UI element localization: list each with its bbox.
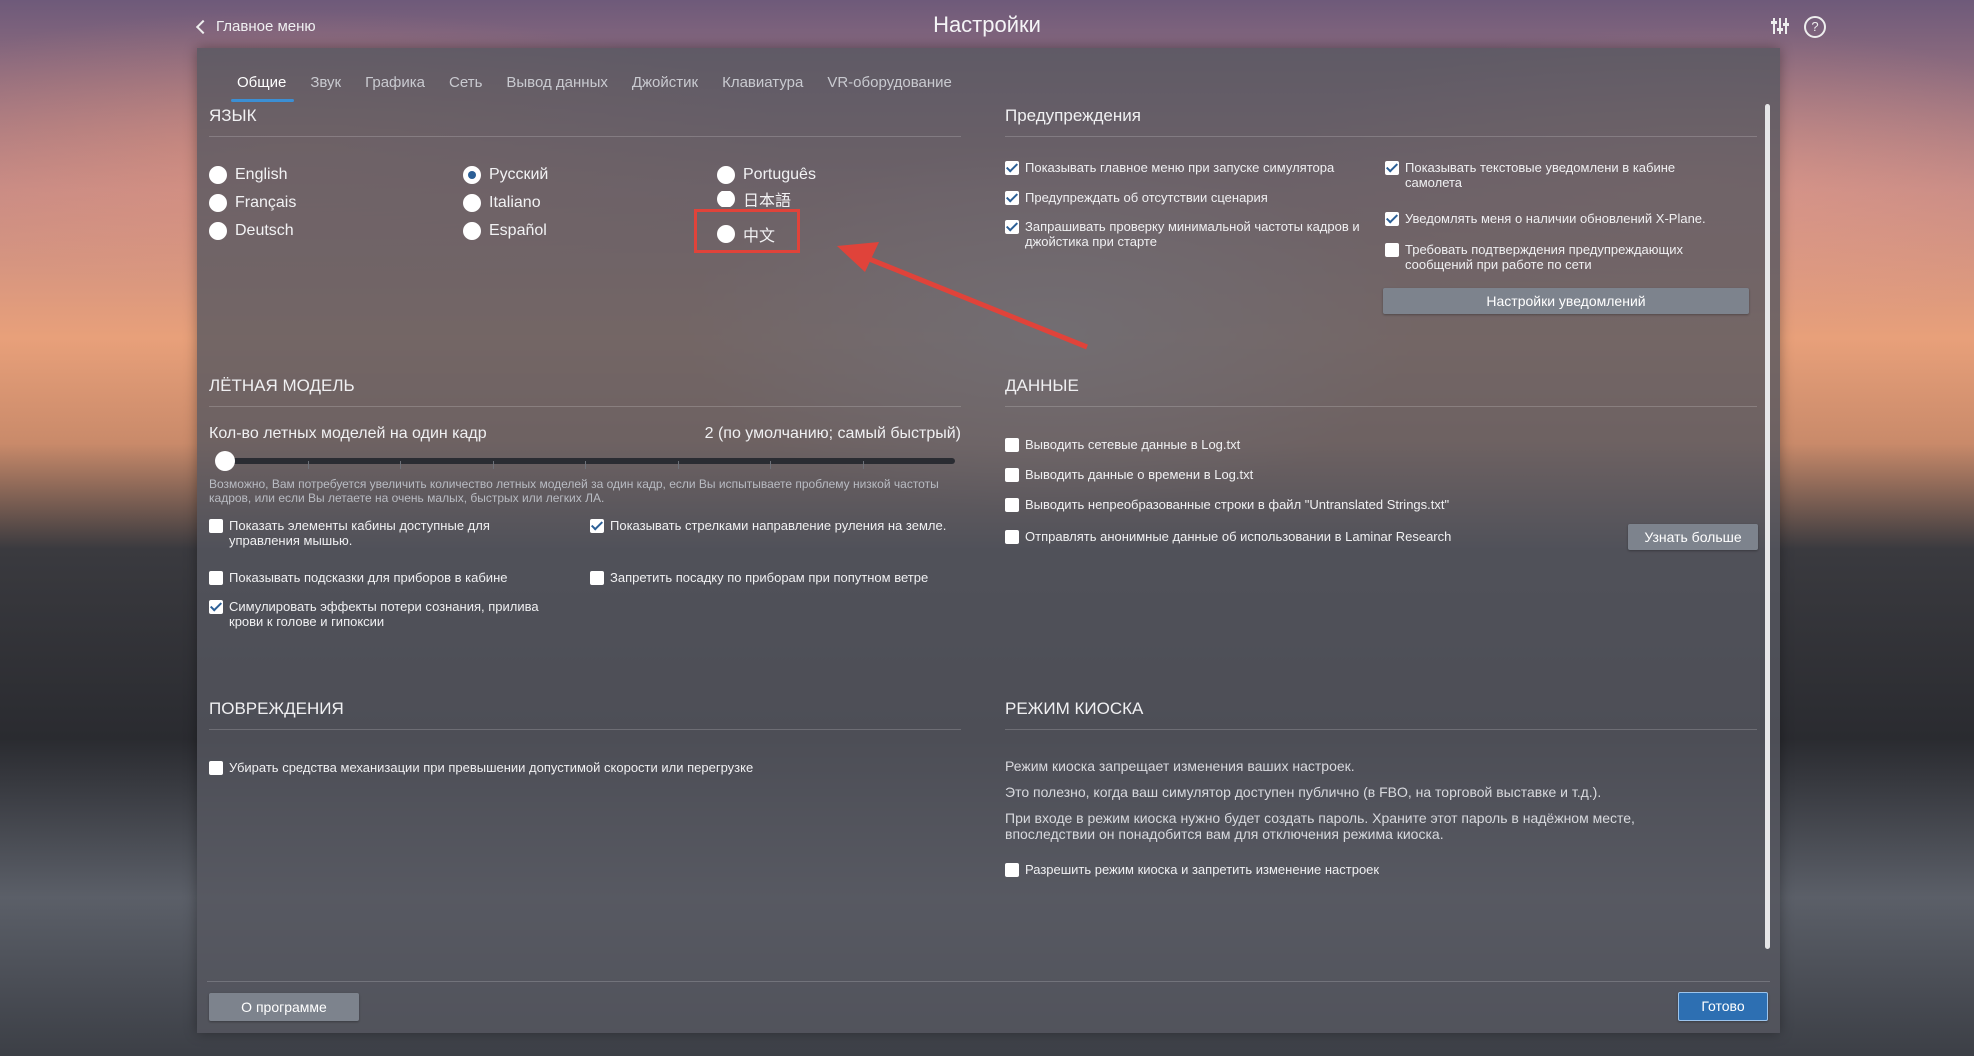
fm-show-clickable-checkbox[interactable]: Показать элементы кабины доступные для у… [209, 518, 539, 548]
data-heading: ДАННЫЕ [1005, 376, 1079, 395]
slider-tick [677, 461, 679, 469]
fm-g-effects-checkbox[interactable]: Симулировать эффекты потери сознания, пр… [209, 599, 559, 629]
help-icon[interactable]: ? [1804, 16, 1826, 38]
fm-taxi-arrows-checkbox[interactable]: Показывать стрелками направление руления… [590, 518, 950, 533]
data-timing-log-checkbox[interactable]: Выводить данные о времени в Log.txt [1005, 467, 1505, 482]
divider [209, 406, 961, 407]
about-button[interactable]: О программе [209, 993, 359, 1021]
warn-no-scenario-checkbox[interactable]: Предупреждать об отсутствии сценария [1005, 190, 1385, 205]
slider-value: 2 (по умолчанию; самый быстрый) [704, 425, 961, 442]
damage-retract-checkbox[interactable]: Убирать средства механизации при превыше… [209, 760, 949, 775]
settings-panel: Общие Звук Графика Сеть Вывод данных Джо… [197, 48, 1780, 1033]
top-bar: Главное меню Настройки ? [0, 0, 1974, 48]
damage-heading: ПОВРЕЖДЕНИЯ [209, 699, 344, 718]
sliders-icon[interactable] [1770, 16, 1790, 36]
slider-tick [400, 461, 401, 469]
warn-show-menu-checkbox[interactable]: Показывать главное меню при запуске симу… [1005, 160, 1385, 175]
kiosk-heading: РЕЖИМ КИОСКА [1005, 699, 1144, 718]
warn-cockpit-text-checkbox[interactable]: Показывать текстовые уведомлени в кабине… [1385, 160, 1735, 190]
data-untranslated-checkbox[interactable]: Выводить непреобразованные строки в файл… [1005, 497, 1505, 512]
page-title: Настройки [933, 12, 1041, 37]
kiosk-text-3: При входе в режим киоска нужно будет соз… [1005, 810, 1635, 842]
divider [1005, 729, 1757, 730]
divider [209, 729, 961, 730]
fm-instrument-tooltips-checkbox[interactable]: Показывать подсказки для приборов в каби… [209, 570, 579, 585]
divider [1005, 136, 1757, 137]
warn-fps-check-checkbox[interactable]: Запрашивать проверку минимальной частоты… [1005, 219, 1385, 249]
footer-divider [207, 981, 1770, 982]
slider-tick [862, 461, 864, 469]
flight-model-slider-knob[interactable] [215, 451, 235, 471]
flight-model-note: Возможно, Вам потребуется увеличить коли… [209, 477, 939, 505]
fm-tailwind-ils-checkbox[interactable]: Запретить посадку по приборам при попутн… [590, 570, 960, 585]
warn-updates-checkbox[interactable]: Уведомлять меня о наличии обновлений X-P… [1385, 211, 1735, 226]
notification-settings-button[interactable]: Настройки уведомлений [1383, 288, 1749, 314]
scrollbar[interactable] [1765, 104, 1770, 949]
slider-tick [492, 461, 494, 469]
slider-tick [770, 461, 771, 469]
warnings-heading: Предупреждения [1005, 106, 1141, 125]
learn-more-button[interactable]: Узнать больше [1628, 524, 1758, 550]
kiosk-text-1: Режим киоска запрещает изменения ваших н… [1005, 758, 1355, 774]
top-icons: ? [1770, 16, 1826, 38]
kiosk-text-2: Это полезно, когда ваш симулятор доступе… [1005, 784, 1602, 800]
divider [1005, 406, 1757, 407]
kiosk-enable-checkbox[interactable]: Разрешить режим киоска и запретить измен… [1005, 862, 1705, 877]
slider-tick [585, 461, 586, 469]
flight-model-heading: ЛЁТНАЯ МОДЕЛЬ [209, 376, 355, 395]
slider-label: Кол-во летных моделей на один кадр [209, 425, 487, 442]
data-network-log-checkbox[interactable]: Выводить сетевые данные в Log.txt [1005, 437, 1505, 452]
warn-network-confirm-checkbox[interactable]: Требовать подтверждения предупреждающих … [1385, 242, 1735, 272]
slider-tick [307, 461, 309, 469]
data-anonymous-usage-checkbox[interactable]: Отправлять анонимные данные об использов… [1005, 529, 1505, 544]
done-button[interactable]: Готово [1678, 992, 1768, 1021]
